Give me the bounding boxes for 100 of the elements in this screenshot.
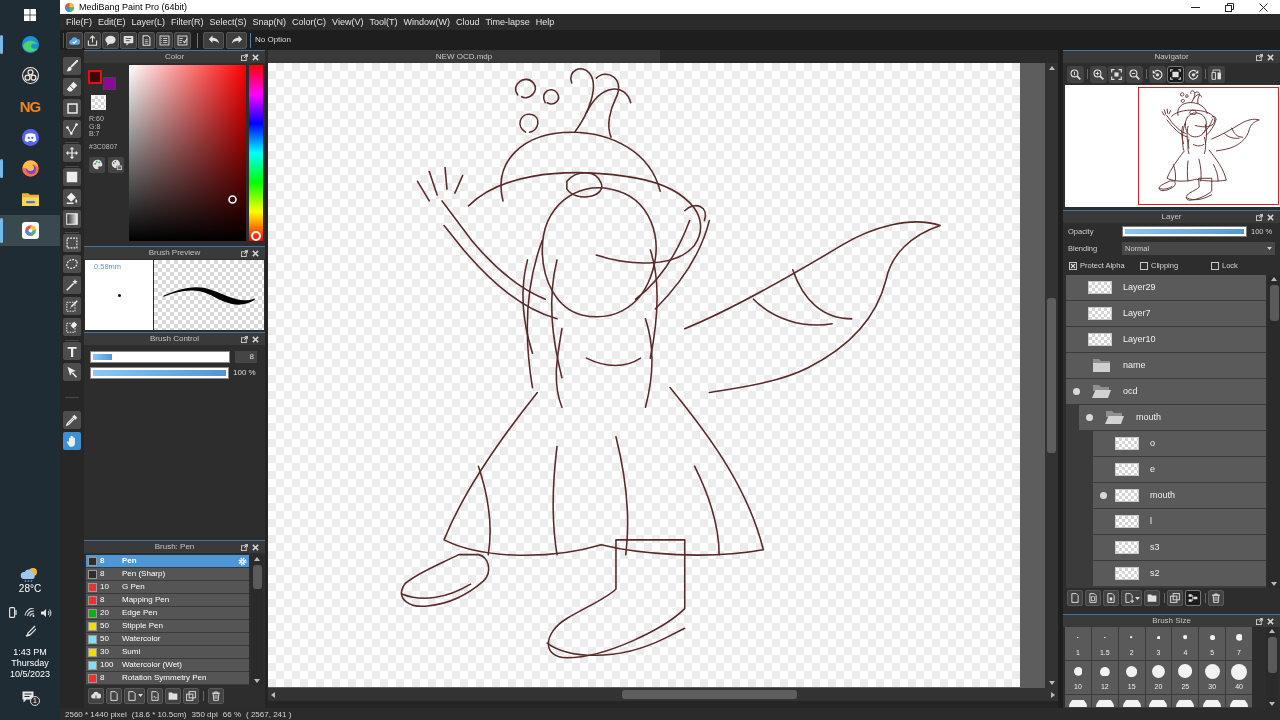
redo-button[interactable]	[226, 31, 247, 49]
close-icon[interactable]	[252, 249, 259, 257]
hue-slider[interactable]	[249, 65, 263, 241]
tool-button[interactable]	[63, 168, 81, 186]
tool-button[interactable]	[63, 78, 81, 96]
menu-item[interactable]: Edit(E)	[95, 15, 129, 29]
brush-list-item[interactable]: 30 Sumi	[86, 646, 249, 659]
document-tab[interactable]: NEW OCD.mdp	[268, 50, 660, 63]
popout-icon[interactable]	[241, 543, 248, 551]
popout-icon[interactable]	[1256, 213, 1263, 221]
menu-item[interactable]: View(V)	[329, 15, 367, 29]
taskbar-button[interactable]: NG	[0, 91, 60, 122]
close-icon[interactable]	[252, 335, 259, 343]
clock-time[interactable]: 1:43 PM	[13, 647, 47, 658]
close-icon[interactable]	[252, 53, 259, 61]
tool-button[interactable]	[63, 120, 81, 138]
menu-item[interactable]: Select(S)	[206, 15, 250, 29]
scroll-right-icon[interactable]	[1051, 691, 1055, 698]
brush-list-item[interactable]: 8 Mapping Pen	[86, 594, 249, 607]
brush-tool-button[interactable]	[208, 687, 224, 704]
layer-row[interactable]: ocd	[1066, 379, 1266, 405]
toolbar-button[interactable]	[138, 31, 155, 49]
brush-size-cell[interactable]	[1199, 695, 1226, 707]
tool-button[interactable]	[63, 297, 81, 315]
layer-row[interactable]: Layer10	[1066, 327, 1266, 353]
toolbar-button[interactable]	[66, 31, 83, 49]
brush-size-cell[interactable]	[1145, 695, 1172, 707]
navigator-button[interactable]	[1126, 65, 1143, 83]
toolbar-button[interactable]	[84, 31, 101, 49]
brush-tool-button[interactable]	[165, 687, 181, 704]
brush-size-cell[interactable]	[1226, 695, 1252, 707]
scroll-down-icon[interactable]	[1048, 681, 1055, 685]
start-icon[interactable]	[24, 8, 36, 21]
scroll-down-icon[interactable]	[1271, 582, 1277, 586]
scroll-up-icon[interactable]	[1271, 277, 1277, 281]
scroll-down-icon[interactable]	[1269, 702, 1275, 706]
popout-icon[interactable]	[1256, 53, 1263, 61]
close-icon[interactable]	[1267, 53, 1274, 61]
navigator-button[interactable]	[1149, 65, 1166, 83]
pen-icon[interactable]	[24, 625, 36, 637]
scroll-up-icon[interactable]	[1269, 629, 1275, 633]
palette-settings-button[interactable]	[108, 156, 124, 173]
gear-icon[interactable]	[238, 556, 247, 566]
brush-size-cell[interactable]	[1172, 695, 1199, 707]
layer-row[interactable]: name	[1066, 353, 1266, 379]
scrollbar-track[interactable]	[251, 555, 263, 685]
brush-size-cell[interactable]	[1118, 695, 1145, 707]
brush-tool-button[interactable]	[106, 687, 122, 704]
close-icon[interactable]	[1267, 213, 1274, 221]
navigator-button[interactable]	[1167, 65, 1184, 83]
wifi-icon[interactable]	[23, 608, 35, 617]
layer-tool-button[interactable]	[1208, 590, 1224, 606]
layer-row[interactable]: mouth	[1093, 483, 1266, 509]
menu-item[interactable]: Tool(T)	[366, 15, 401, 29]
menu-item[interactable]: Layer(L)	[128, 15, 169, 29]
weather-icon[interactable]	[20, 567, 40, 582]
layer-row[interactable]: Layer7	[1066, 301, 1266, 327]
scroll-up-icon[interactable]	[254, 557, 260, 561]
tool-button[interactable]	[63, 432, 81, 450]
layer-row[interactable]: Layer29	[1066, 275, 1266, 301]
layer-tool-button[interactable]	[1103, 590, 1119, 606]
brush-list-item[interactable]: 50 Stipple Pen	[86, 620, 249, 633]
scrollbar-track[interactable]	[268, 688, 1058, 701]
color-swatch[interactable]	[88, 70, 102, 84]
tool-button[interactable]	[63, 234, 81, 252]
brush-list-item[interactable]: 50 Watercolor	[86, 633, 249, 646]
tool-button[interactable]	[63, 411, 81, 429]
phone-icon[interactable]	[8, 607, 18, 618]
popout-icon[interactable]	[241, 335, 248, 343]
layer-tool-button[interactable]	[1144, 590, 1160, 606]
tool-button[interactable]	[63, 255, 81, 273]
checkbox[interactable]	[1140, 261, 1148, 270]
tool-button[interactable]	[63, 363, 81, 381]
tool-button[interactable]	[63, 189, 81, 207]
scrollbar-track[interactable]	[1045, 63, 1058, 688]
volume-icon[interactable]	[40, 607, 52, 618]
scrollbar-thumb[interactable]	[252, 565, 262, 589]
layer-row[interactable]: s3	[1093, 535, 1266, 561]
menu-item[interactable]: Filter(R)	[168, 15, 207, 29]
brush-tool-button[interactable]	[88, 687, 104, 704]
tool-button[interactable]	[63, 144, 81, 162]
taskbar-button[interactable]	[0, 215, 60, 246]
navigator-button[interactable]	[1090, 65, 1107, 83]
layer-row[interactable]: e	[1093, 457, 1266, 483]
hue-thumb[interactable]	[251, 231, 261, 241]
layer-tool-button[interactable]	[1085, 590, 1101, 606]
popout-icon[interactable]	[241, 53, 248, 61]
popout-icon[interactable]	[241, 249, 248, 257]
layer-row[interactable]: s2	[1093, 561, 1266, 587]
layer-row[interactable]: o	[1093, 431, 1266, 457]
tool-button[interactable]	[63, 318, 81, 336]
navigator-button[interactable]	[1108, 65, 1125, 83]
toolbar-button[interactable]	[102, 31, 119, 49]
menu-item[interactable]: Color(C)	[289, 15, 330, 29]
toolbar-button[interactable]	[120, 31, 137, 49]
brush-size-cell[interactable]	[1091, 695, 1118, 707]
toolbar-button[interactable]	[156, 31, 173, 49]
tool-button[interactable]: T	[63, 342, 81, 360]
menu-item[interactable]: Time-lapse	[482, 15, 533, 29]
layer-row[interactable]: l	[1093, 509, 1266, 535]
